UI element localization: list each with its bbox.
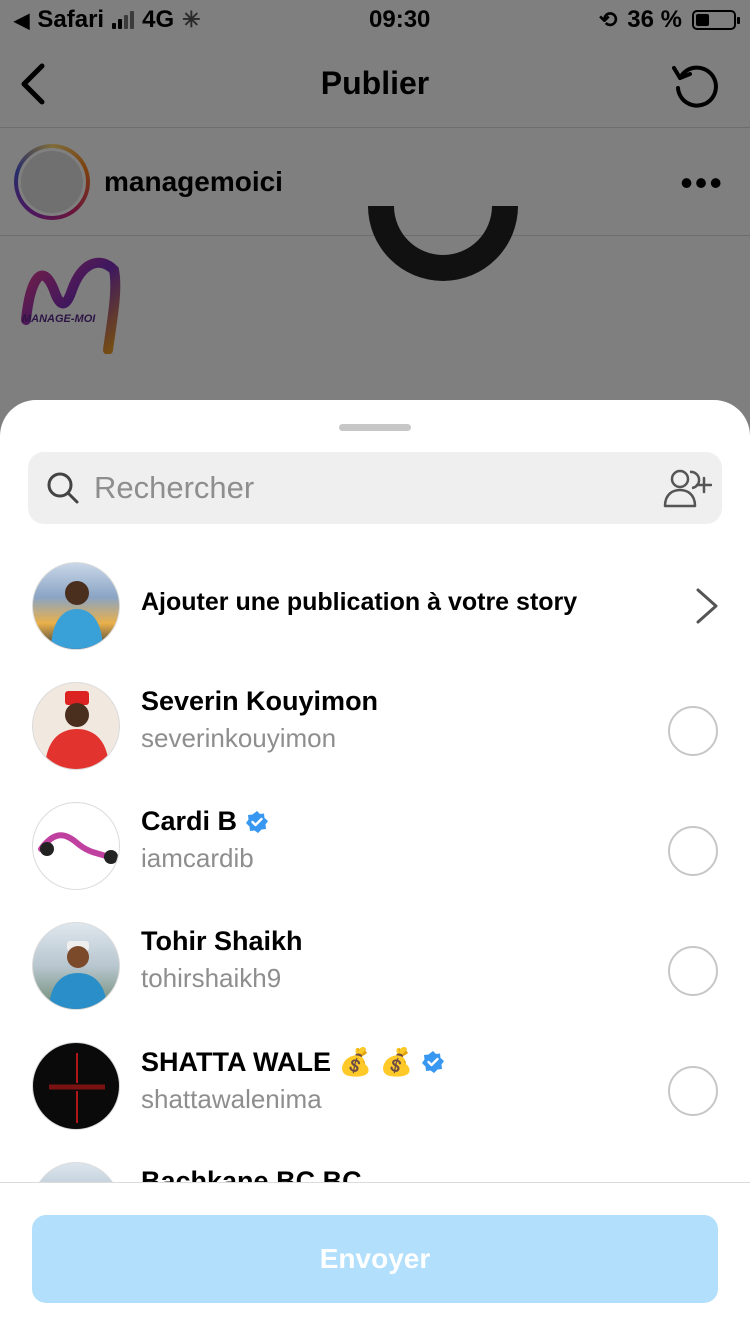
verified-badge-icon	[422, 1051, 445, 1073]
recipient-name: Cardi B	[141, 806, 641, 837]
recipient-row[interactable]: Bachkane BC BC	[0, 1146, 750, 1182]
select-radio[interactable]	[668, 946, 718, 996]
add-people-icon[interactable]	[662, 468, 712, 508]
recipient-name: Severin Kouyimon	[141, 686, 379, 716]
recipient-list[interactable]: Ajouter une publication à votre story Se…	[0, 546, 750, 1182]
avatar	[32, 1162, 120, 1182]
add-to-story-label: Ajouter une publication à votre story	[141, 588, 578, 616]
select-radio[interactable]	[668, 1066, 718, 1116]
avatar	[32, 922, 120, 1010]
recipient-row[interactable]: SHATTA WALE 💰 💰 shattawalenima	[0, 1026, 750, 1146]
avatar	[32, 802, 120, 890]
chevron-right-icon	[696, 588, 718, 624]
recipient-username: tohirshaikh9	[141, 963, 282, 993]
select-radio[interactable]	[668, 706, 718, 756]
search-icon	[47, 472, 79, 504]
avatar	[32, 682, 120, 770]
recipient-name: Bachkane BC BC	[141, 1166, 362, 1182]
add-to-story-row[interactable]: Ajouter une publication à votre story	[0, 546, 750, 666]
recipient-username: shattawalenima	[141, 1084, 322, 1114]
select-radio[interactable]	[668, 826, 718, 876]
sheet-footer: Envoyer	[0, 1182, 750, 1334]
recipient-username: iamcardib	[141, 843, 254, 873]
search-bar	[28, 452, 722, 524]
recipient-name: SHATTA WALE 💰 💰	[141, 1046, 641, 1078]
search-input[interactable]	[94, 470, 634, 506]
recipient-row[interactable]: Tohir Shaikh tohirshaikh9	[0, 906, 750, 1026]
own-avatar	[32, 562, 120, 650]
verified-badge-icon	[246, 810, 269, 833]
sheet-drag-handle[interactable]	[339, 424, 411, 431]
recipient-row[interactable]: Cardi B iamcardib	[0, 786, 750, 906]
send-button[interactable]: Envoyer	[32, 1215, 718, 1303]
recipient-name: Tohir Shaikh	[141, 926, 303, 956]
share-sheet: Ajouter une publication à votre story Se…	[0, 400, 750, 1334]
avatar	[32, 1042, 120, 1130]
recipient-username: severinkouyimon	[141, 723, 337, 753]
recipient-row[interactable]: Severin Kouyimon severinkouyimon	[0, 666, 750, 786]
